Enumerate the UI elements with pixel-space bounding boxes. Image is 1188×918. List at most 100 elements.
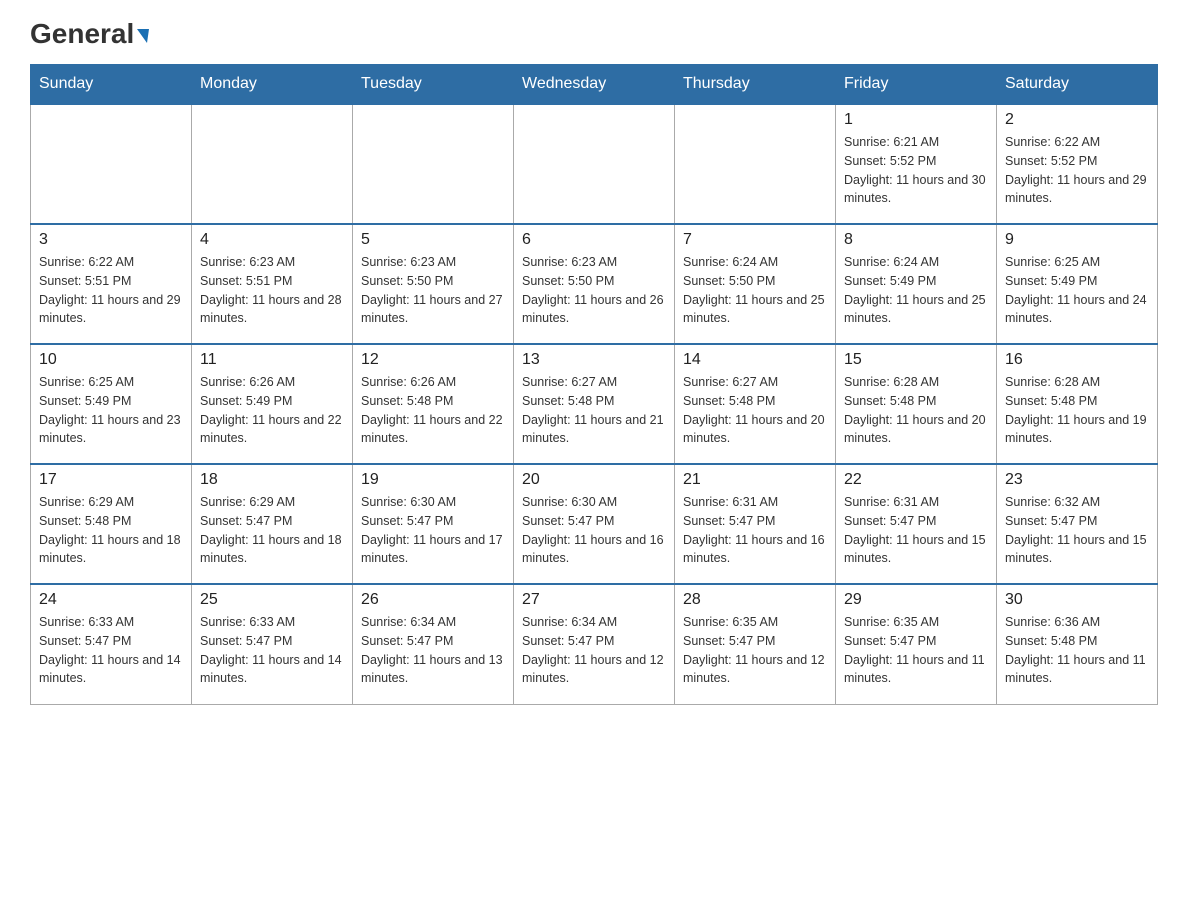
day-number: 20 [522, 471, 666, 489]
day-number: 14 [683, 351, 827, 369]
calendar-cell [514, 104, 675, 224]
calendar-cell: 28 Sunrise: 6:35 AMSunset: 5:47 PMDayligh… [675, 584, 836, 704]
weekday-header-tuesday: Tuesday [353, 65, 514, 105]
day-info: Sunrise: 6:33 AMSunset: 5:47 PMDaylight:… [39, 613, 183, 688]
day-info: Sunrise: 6:21 AMSunset: 5:52 PMDaylight:… [844, 133, 988, 208]
week-row-5: 24 Sunrise: 6:33 AMSunset: 5:47 PMDayligh… [31, 584, 1158, 704]
calendar-cell: 15Sunrise: 6:28 AMSunset: 5:48 PMDayligh… [836, 344, 997, 464]
calendar-cell: 6Sunrise: 6:23 AMSunset: 5:50 PMDaylight… [514, 224, 675, 344]
day-number: 8 [844, 231, 988, 249]
calendar-cell: 9 Sunrise: 6:25 AMSunset: 5:49 PMDaylight… [997, 224, 1158, 344]
day-number: 5 [361, 231, 505, 249]
calendar-cell: 25Sunrise: 6:33 AMSunset: 5:47 PMDayligh… [192, 584, 353, 704]
calendar-cell: 20 Sunrise: 6:30 AMSunset: 5:47 PMDayligh… [514, 464, 675, 584]
calendar-cell: 1 Sunrise: 6:21 AMSunset: 5:52 PMDaylight… [836, 104, 997, 224]
calendar-cell: 21 Sunrise: 6:31 AMSunset: 5:47 PMDayligh… [675, 464, 836, 584]
calendar-cell [192, 104, 353, 224]
day-number: 9 [1005, 231, 1149, 249]
calendar-cell [31, 104, 192, 224]
day-info: Sunrise: 6:23 AMSunset: 5:50 PMDaylight:… [361, 253, 505, 328]
day-info: Sunrise: 6:33 AMSunset: 5:47 PMDaylight:… [200, 613, 344, 688]
calendar-cell: 23Sunrise: 6:32 AMSunset: 5:47 PMDayligh… [997, 464, 1158, 584]
day-number: 30 [1005, 591, 1149, 609]
weekday-header-thursday: Thursday [675, 65, 836, 105]
day-number: 22 [844, 471, 988, 489]
page-header: General [30, 20, 1158, 44]
calendar-cell: 3 Sunrise: 6:22 AMSunset: 5:51 PMDaylight… [31, 224, 192, 344]
day-number: 10 [39, 351, 183, 369]
calendar-cell: 26Sunrise: 6:34 AMSunset: 5:47 PMDayligh… [353, 584, 514, 704]
calendar-cell: 24 Sunrise: 6:33 AMSunset: 5:47 PMDayligh… [31, 584, 192, 704]
day-number: 19 [361, 471, 505, 489]
day-info: Sunrise: 6:22 AMSunset: 5:52 PMDaylight:… [1005, 133, 1149, 208]
day-number: 15 [844, 351, 988, 369]
weekday-header-sunday: Sunday [31, 65, 192, 105]
day-info: Sunrise: 6:36 AMSunset: 5:48 PMDaylight:… [1005, 613, 1149, 688]
day-number: 1 [844, 111, 988, 129]
weekday-header-friday: Friday [836, 65, 997, 105]
week-row-3: 10 Sunrise: 6:25 AMSunset: 5:49 PMDayligh… [31, 344, 1158, 464]
logo-text-line1: General [30, 20, 149, 48]
weekday-header-wednesday: Wednesday [514, 65, 675, 105]
day-number: 7 [683, 231, 827, 249]
day-number: 29 [844, 591, 988, 609]
day-info: Sunrise: 6:27 AMSunset: 5:48 PMDaylight:… [522, 373, 666, 448]
day-number: 28 [683, 591, 827, 609]
weekday-header-monday: Monday [192, 65, 353, 105]
day-info: Sunrise: 6:24 AMSunset: 5:49 PMDaylight:… [844, 253, 988, 328]
calendar-cell: 5 Sunrise: 6:23 AMSunset: 5:50 PMDaylight… [353, 224, 514, 344]
day-info: Sunrise: 6:26 AMSunset: 5:48 PMDaylight:… [361, 373, 505, 448]
day-number: 17 [39, 471, 183, 489]
day-info: Sunrise: 6:35 AMSunset: 5:47 PMDaylight:… [844, 613, 988, 688]
day-info: Sunrise: 6:31 AMSunset: 5:47 PMDaylight:… [844, 493, 988, 568]
day-info: Sunrise: 6:28 AMSunset: 5:48 PMDaylight:… [1005, 373, 1149, 448]
calendar-cell: 13 Sunrise: 6:27 AMSunset: 5:48 PMDayligh… [514, 344, 675, 464]
day-info: Sunrise: 6:25 AMSunset: 5:49 PMDaylight:… [39, 373, 183, 448]
calendar-cell: 29 Sunrise: 6:35 AMSunset: 5:47 PMDayligh… [836, 584, 997, 704]
calendar-cell: 18 Sunrise: 6:29 AMSunset: 5:47 PMDayligh… [192, 464, 353, 584]
calendar-cell: 27Sunrise: 6:34 AMSunset: 5:47 PMDayligh… [514, 584, 675, 704]
calendar-cell [353, 104, 514, 224]
day-info: Sunrise: 6:34 AMSunset: 5:47 PMDaylight:… [361, 613, 505, 688]
day-info: Sunrise: 6:22 AMSunset: 5:51 PMDaylight:… [39, 253, 183, 328]
day-info: Sunrise: 6:31 AMSunset: 5:47 PMDaylight:… [683, 493, 827, 568]
day-number: 18 [200, 471, 344, 489]
day-info: Sunrise: 6:24 AMSunset: 5:50 PMDaylight:… [683, 253, 827, 328]
calendar-cell: 22 Sunrise: 6:31 AMSunset: 5:47 PMDayligh… [836, 464, 997, 584]
logo: General [30, 20, 149, 44]
calendar-cell: 7 Sunrise: 6:24 AMSunset: 5:50 PMDaylight… [675, 224, 836, 344]
calendar-cell: 4 Sunrise: 6:23 AMSunset: 5:51 PMDaylight… [192, 224, 353, 344]
day-number: 4 [200, 231, 344, 249]
day-number: 13 [522, 351, 666, 369]
calendar-cell: 16 Sunrise: 6:28 AMSunset: 5:48 PMDayligh… [997, 344, 1158, 464]
day-number: 24 [39, 591, 183, 609]
day-info: Sunrise: 6:35 AMSunset: 5:47 PMDaylight:… [683, 613, 827, 688]
week-row-4: 17 Sunrise: 6:29 AMSunset: 5:48 PMDayligh… [31, 464, 1158, 584]
weekday-header-saturday: Saturday [997, 65, 1158, 105]
day-info: Sunrise: 6:32 AMSunset: 5:47 PMDaylight:… [1005, 493, 1149, 568]
calendar-cell: 10 Sunrise: 6:25 AMSunset: 5:49 PMDayligh… [31, 344, 192, 464]
day-info: Sunrise: 6:29 AMSunset: 5:48 PMDaylight:… [39, 493, 183, 568]
day-info: Sunrise: 6:29 AMSunset: 5:47 PMDaylight:… [200, 493, 344, 568]
day-info: Sunrise: 6:30 AMSunset: 5:47 PMDaylight:… [361, 493, 505, 568]
calendar-cell: 12 Sunrise: 6:26 AMSunset: 5:48 PMDayligh… [353, 344, 514, 464]
day-number: 16 [1005, 351, 1149, 369]
calendar-cell: 8 Sunrise: 6:24 AMSunset: 5:49 PMDaylight… [836, 224, 997, 344]
day-info: Sunrise: 6:26 AMSunset: 5:49 PMDaylight:… [200, 373, 344, 448]
day-info: Sunrise: 6:27 AMSunset: 5:48 PMDaylight:… [683, 373, 827, 448]
day-info: Sunrise: 6:34 AMSunset: 5:47 PMDaylight:… [522, 613, 666, 688]
calendar-cell: 19 Sunrise: 6:30 AMSunset: 5:47 PMDayligh… [353, 464, 514, 584]
calendar-cell: 30 Sunrise: 6:36 AMSunset: 5:48 PMDayligh… [997, 584, 1158, 704]
day-number: 3 [39, 231, 183, 249]
calendar-cell: 11Sunrise: 6:26 AMSunset: 5:49 PMDayligh… [192, 344, 353, 464]
day-number: 2 [1005, 111, 1149, 129]
day-info: Sunrise: 6:30 AMSunset: 5:47 PMDaylight:… [522, 493, 666, 568]
week-row-2: 3 Sunrise: 6:22 AMSunset: 5:51 PMDaylight… [31, 224, 1158, 344]
day-number: 12 [361, 351, 505, 369]
day-info: Sunrise: 6:25 AMSunset: 5:49 PMDaylight:… [1005, 253, 1149, 328]
day-number: 21 [683, 471, 827, 489]
calendar-cell [675, 104, 836, 224]
day-info: Sunrise: 6:23 AMSunset: 5:51 PMDaylight:… [200, 253, 344, 328]
day-info: Sunrise: 6:23 AMSunset: 5:50 PMDaylight:… [522, 253, 666, 328]
week-row-1: 1 Sunrise: 6:21 AMSunset: 5:52 PMDaylight… [31, 104, 1158, 224]
